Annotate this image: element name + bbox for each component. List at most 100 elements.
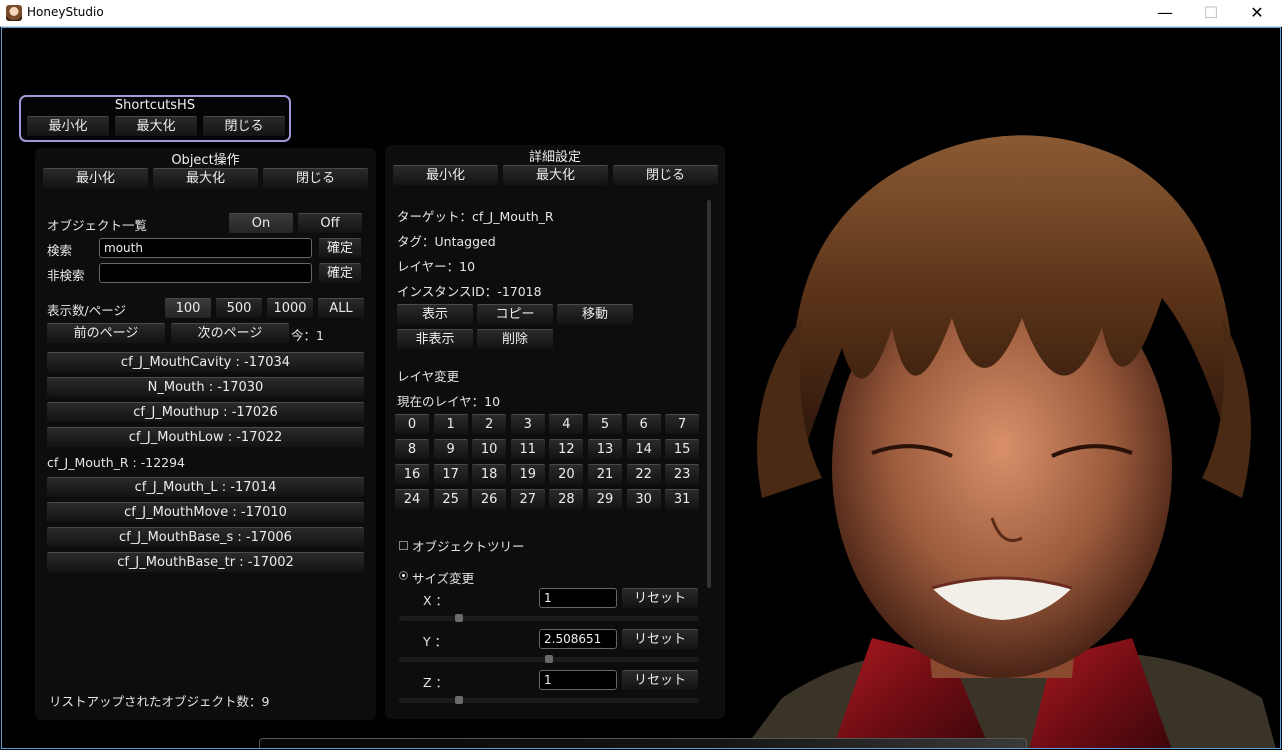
layer-button-30[interactable]: 30 [626,489,661,509]
size-y-slider-thumb[interactable] [545,655,553,663]
maximize-button[interactable]: ☐ [1188,0,1234,26]
layer-button-0[interactable]: 0 [395,414,429,434]
current-layer-label: 現在のレイヤ：10 [397,394,501,409]
layer-button-9[interactable]: 9 [433,439,468,459]
layer-button-23[interactable]: 23 [665,464,700,484]
size-x-slider-thumb[interactable] [455,614,463,622]
tag-label: タグ：Untagged [397,234,496,249]
layer-button-24[interactable]: 24 [395,489,429,509]
object-tree-checkbox[interactable] [399,541,408,550]
exclude-input[interactable] [99,263,312,283]
layer-button-22[interactable]: 22 [626,464,661,484]
layer-button-29[interactable]: 29 [588,489,622,509]
layer-button-4[interactable]: 4 [549,414,584,434]
layer-button-12[interactable]: 12 [549,439,584,459]
layer-button-5[interactable]: 5 [588,414,622,434]
per-page-500-button[interactable]: 500 [216,298,262,318]
layer-button-13[interactable]: 13 [588,439,622,459]
layer-button-3[interactable]: 3 [510,414,545,434]
layer-button-17[interactable]: 17 [433,464,468,484]
list-on-button[interactable]: On [229,213,293,233]
layer-button-28[interactable]: 28 [549,489,584,509]
layer-button-19[interactable]: 19 [510,464,545,484]
layer-button-25[interactable]: 25 [433,489,468,509]
size-x-reset-button[interactable]: リセット [622,588,698,608]
per-page-100-button[interactable]: 100 [165,298,211,318]
detail-close-button[interactable]: 閉じる [613,165,718,185]
object-list-item-selected[interactable]: cf_J_Mouth_R : -12294 [47,455,185,470]
object-list-item[interactable]: cf_J_MouthCavity : -17034 [47,352,364,372]
layer-button-14[interactable]: 14 [626,439,661,459]
object-maximize-button[interactable]: 最大化 [153,168,258,188]
layer-button-1[interactable]: 1 [433,414,468,434]
per-page-all-button[interactable]: ALL [318,298,364,318]
detail-scrollbar[interactable] [707,200,711,588]
layer-button-26[interactable]: 26 [472,489,507,509]
layer-button-11[interactable]: 11 [510,439,545,459]
object-close-button[interactable]: 閉じる [263,168,368,188]
object-list-item[interactable]: cf_J_Mouthup : -17026 [47,402,364,422]
size-z-input[interactable]: 1 [539,670,617,690]
list-off-button[interactable]: Off [298,213,362,233]
bottom-input-bar[interactable] [259,738,1027,748]
shortcuts-title: ShortcutsHS [114,98,196,113]
character-render [744,135,1276,748]
layer-button-15[interactable]: 15 [665,439,700,459]
layer-button-6[interactable]: 6 [626,414,661,434]
size-y-reset-button[interactable]: リセット [622,629,698,649]
size-change-label: サイズ変更 [412,571,475,586]
show-button[interactable]: 表示 [397,304,473,324]
layer-button-31[interactable]: 31 [665,489,700,509]
object-list-item[interactable]: N_Mouth : -17030 [47,377,364,397]
shortcuts-minimize-button[interactable]: 最小化 [27,116,109,136]
size-x-slider[interactable] [399,616,699,621]
per-page-1000-button[interactable]: 1000 [267,298,313,318]
detail-panel: 詳細設定 最小化 最大化 閉じる ターゲット：cf_J_Mouth_R タグ：U… [385,145,725,719]
layer-button-27[interactable]: 27 [510,489,545,509]
window-titlebar: HoneyStudio — ☐ ✕ [0,0,1282,27]
search-input[interactable]: mouth [99,238,312,258]
shortcuts-close-button[interactable]: 閉じる [203,116,285,136]
layer-label: レイヤー：10 [397,259,476,274]
search-label: 検索 [47,243,73,258]
layer-button-2[interactable]: 2 [472,414,507,434]
move-button[interactable]: 移動 [557,304,633,324]
object-list-item[interactable]: cf_J_Mouth_L : -17014 [47,477,364,497]
minimize-button[interactable]: — [1142,0,1188,26]
detail-minimize-button[interactable]: 最小化 [393,165,498,185]
search-confirm-button[interactable]: 確定 [319,238,361,258]
window-title: HoneyStudio [27,5,104,19]
size-change-radio[interactable] [399,571,408,580]
size-x-input[interactable]: 1 [539,588,617,608]
size-z-slider-thumb[interactable] [455,696,463,704]
size-z-slider[interactable] [399,698,699,703]
next-page-button[interactable]: 次のページ [171,323,289,343]
copy-button[interactable]: コピー [477,304,553,324]
layer-button-7[interactable]: 7 [665,414,700,434]
layer-button-20[interactable]: 20 [549,464,584,484]
prev-page-button[interactable]: 前のページ [47,323,165,343]
layer-button-21[interactable]: 21 [588,464,622,484]
object-list-item[interactable]: cf_J_MouthLow : -17022 [47,427,364,447]
shortcuts-maximize-button[interactable]: 最大化 [115,116,197,136]
layer-button-10[interactable]: 10 [472,439,507,459]
size-x-label: X ： [423,593,449,608]
delete-button[interactable]: 削除 [477,329,553,349]
object-list-item[interactable]: cf_J_MouthBase_tr : -17002 [47,552,364,572]
size-y-input[interactable]: 2.508651 [539,629,617,649]
layer-button-8[interactable]: 8 [395,439,429,459]
layer-button-18[interactable]: 18 [472,464,507,484]
layer-button-16[interactable]: 16 [395,464,429,484]
current-page-label: 今：1 [291,328,324,343]
object-tree-label: オブジェクトツリー [412,539,525,554]
detail-maximize-button[interactable]: 最大化 [503,165,608,185]
exclude-confirm-button[interactable]: 確定 [319,263,361,283]
hide-button[interactable]: 非表示 [397,329,473,349]
exclude-label: 非検索 [47,268,85,283]
object-list-item[interactable]: cf_J_MouthMove : -17010 [47,502,364,522]
studio-viewport[interactable]: ShortcutsHS 最小化 最大化 閉じる Object操作 最小化 最大化… [1,27,1281,749]
size-z-reset-button[interactable]: リセット [622,670,698,690]
object-list-item[interactable]: cf_J_MouthBase_s : -17006 [47,527,364,547]
close-button[interactable]: ✕ [1234,0,1280,26]
object-minimize-button[interactable]: 最小化 [43,168,148,188]
